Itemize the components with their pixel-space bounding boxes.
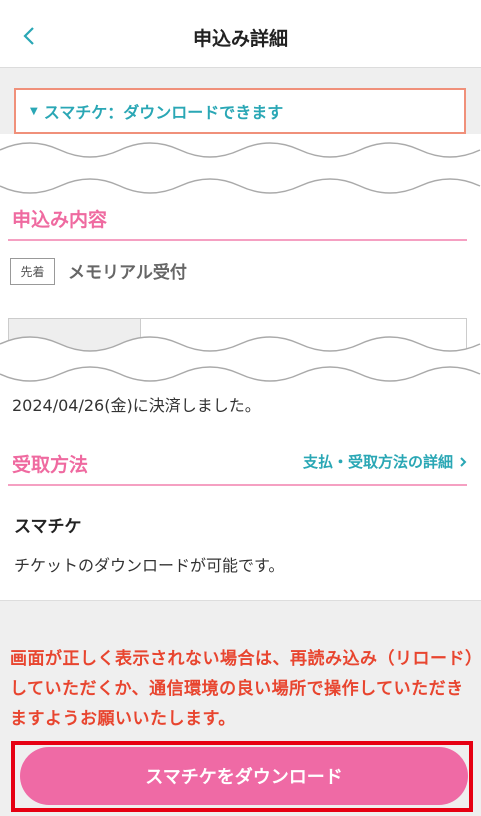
banner-text: スマチケ：ダウンロードできます bbox=[43, 103, 284, 122]
wave-divider bbox=[0, 142, 481, 178]
receipt-method-desc: チケットのダウンロードが可能です。 bbox=[14, 556, 285, 575]
section-underline bbox=[8, 484, 467, 486]
triangle-down-icon: ▼ bbox=[30, 105, 38, 117]
page-title: 申込み詳細 bbox=[192, 28, 288, 50]
header-bar: 申込み詳細 bbox=[0, 0, 481, 68]
divider bbox=[0, 600, 481, 601]
receipt-method-name: スマチケ bbox=[14, 517, 82, 537]
payment-detail-link[interactable]: 支払・受取方法の詳細 bbox=[303, 451, 469, 472]
wave-divider bbox=[0, 356, 481, 382]
application-name: メモリアル受付 bbox=[68, 263, 187, 283]
application-section-title: 申込み内容 bbox=[12, 209, 108, 231]
download-smaticket-button[interactable]: スマチケをダウンロード bbox=[20, 747, 468, 805]
download-status-banner[interactable]: ▼ スマチケ：ダウンロードできます bbox=[14, 88, 466, 134]
receipt-section-title: 受取方法 bbox=[12, 454, 89, 476]
reload-notice: 画面が正しく表示されない場合は、再読み込み（リロード）していただくか、通信環境の… bbox=[10, 649, 474, 729]
first-come-badge: 先着 bbox=[10, 258, 55, 285]
section-underline bbox=[8, 239, 467, 241]
settlement-text: 2024/04/26(金)に決済しました。 bbox=[12, 396, 261, 415]
detail-link-label: 支払・受取方法の詳細 bbox=[302, 453, 453, 471]
chevron-right-icon bbox=[460, 456, 467, 467]
